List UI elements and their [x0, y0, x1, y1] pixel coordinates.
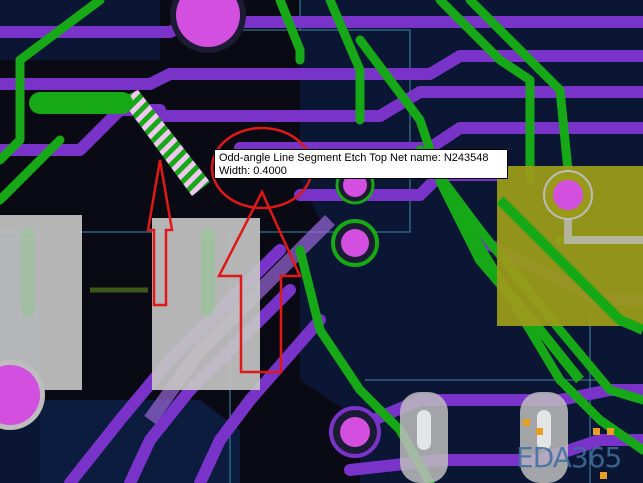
- eda365-watermark: EDA365: [516, 441, 622, 474]
- tooltip-line-object: Odd-angle Line Segment Etch Top Net name…: [219, 152, 489, 164]
- tooltip-line-width: Width: 0.4000: [219, 165, 287, 177]
- pad-highlight: [417, 410, 431, 450]
- pcb-board-view[interactable]: [0, 0, 643, 483]
- object-info-tooltip: Odd-angle Line Segment Etch Top Net name…: [214, 149, 508, 179]
- pcb-layout-canvas[interactable]: Odd-angle Line Segment Etch Top Net name…: [0, 0, 643, 483]
